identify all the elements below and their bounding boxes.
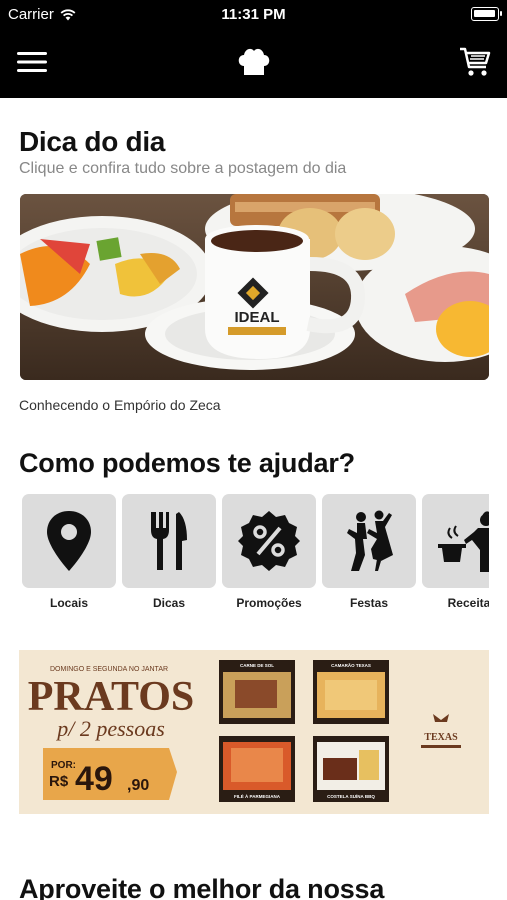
tip-title: Dica do dia [19, 126, 166, 157]
category-label: Promoções [236, 596, 302, 610]
category-locais[interactable]: Locais [22, 494, 116, 610]
promo-top-line: DOMINGO E SEGUNDA NO JANTAR [50, 666, 168, 673]
category-label: Receita [447, 596, 489, 610]
clock: 11:31 PM [221, 6, 286, 23]
category-tile [22, 494, 116, 588]
battery-icon [471, 7, 502, 21]
category-label: Festas [349, 596, 389, 610]
fork-knife-icon [151, 512, 187, 570]
help-section-title: Como podemos te ajudar? [19, 448, 355, 478]
category-promocoes[interactable]: Promoções [222, 494, 316, 610]
hamburger-icon [17, 52, 47, 72]
pratos-promo-image: DOMINGO E SEGUNDA NO JANTAR PRATOS p/ 2 … [19, 650, 489, 814]
promo-price-prefix: POR: [51, 760, 76, 771]
status-bar: Carrier 11:31 PM [0, 0, 507, 28]
category-tile [422, 494, 489, 588]
tip-subtitle: Clique e confira tudo sobre a postagem d… [19, 160, 347, 177]
promo-subline: p/ 2 pessoas [55, 716, 165, 741]
dish-label: CARNE DE SOL [240, 663, 274, 668]
tip-image-card[interactable]: IDEAL [20, 194, 489, 380]
location-pin-icon [47, 511, 91, 571]
dish-label: CAMARÃO TEXAS [331, 662, 371, 668]
promo-price-cents: ,90 [127, 777, 149, 794]
promo-banner[interactable]: DOMINGO E SEGUNDA NO JANTAR PRATOS p/ 2 … [19, 650, 489, 814]
shopping-cart-icon [460, 47, 491, 76]
category-label: Locais [49, 596, 88, 610]
category-tile [122, 494, 216, 588]
top-nav-bar [0, 28, 507, 98]
category-festas[interactable]: Festas [322, 494, 416, 610]
cart-button[interactable] [455, 40, 495, 84]
tip-caption[interactable]: Conhecendo o Empório do Zeca [19, 397, 221, 413]
dish-label: COSTELA SUÍNA BBQ [327, 792, 375, 799]
category-tile [322, 494, 416, 588]
promo-price-int: 49 [75, 760, 113, 798]
menu-button[interactable] [12, 42, 52, 82]
coffee-breakfast-image: IDEAL [20, 194, 489, 380]
percent-badge-icon [238, 511, 300, 571]
chef-hat-icon [238, 48, 270, 75]
category-receitas[interactable]: Receita [422, 494, 489, 610]
promo-headline: PRATOS [28, 674, 194, 720]
app-logo[interactable] [230, 40, 278, 84]
cup-brand-text: IDEAL [235, 309, 280, 326]
category-dicas[interactable]: Dicas [122, 494, 216, 610]
dancing-couple-icon [347, 510, 393, 571]
promo-brand: TEXAS [424, 732, 458, 743]
category-tile [222, 494, 316, 588]
more-section-title: Aproveite o melhor da nossa [19, 874, 385, 900]
chef-cooking-icon [438, 511, 489, 572]
main-content[interactable]: Dica do dia Clique e confira tudo sobre … [0, 98, 507, 900]
promo-price-currency: R$ [49, 773, 69, 790]
help-categories-carousel[interactable]: Locais Dicas Promoções Festas Receita [22, 494, 489, 614]
dish-label: FILÉ À PARMEGIANA [234, 792, 281, 799]
category-label: Dicas [152, 596, 186, 610]
